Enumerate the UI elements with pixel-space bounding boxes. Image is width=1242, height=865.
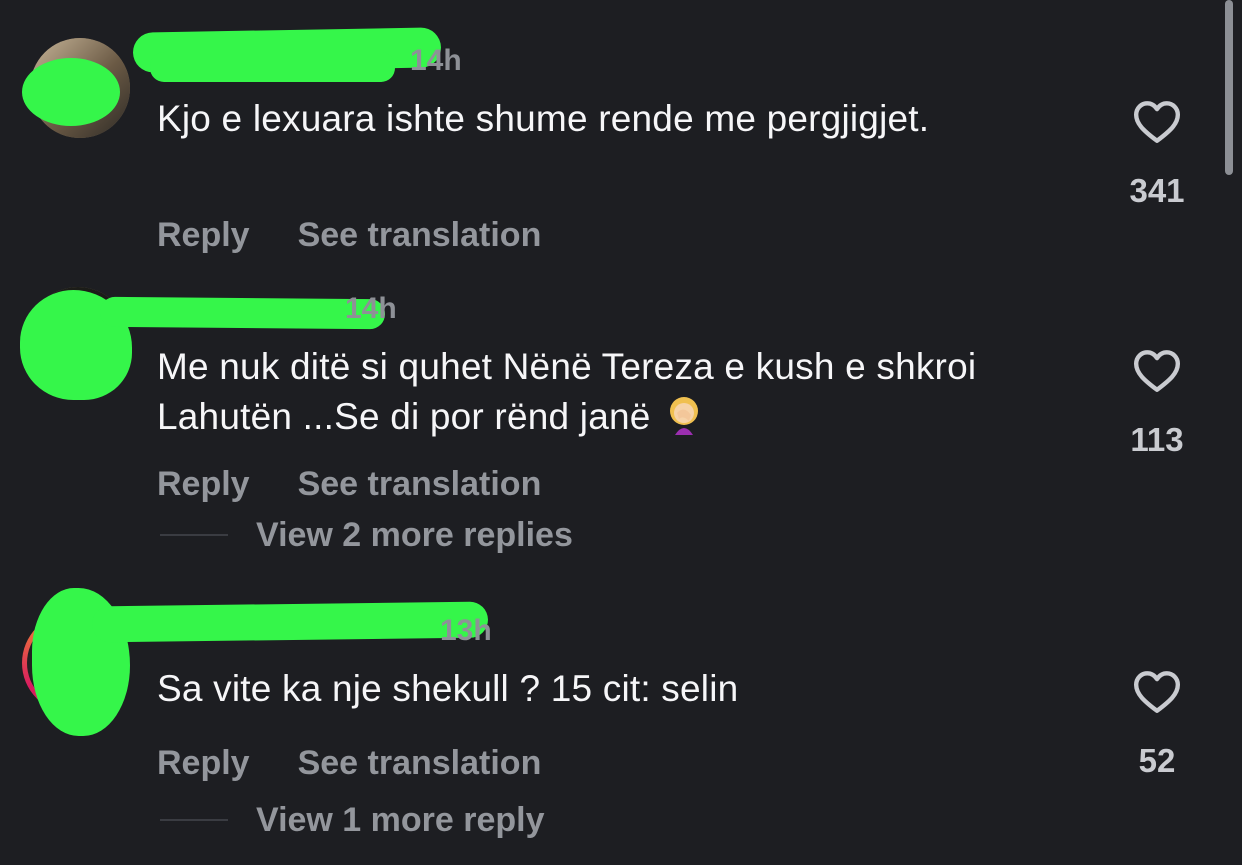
heart-outline-icon bbox=[1133, 350, 1181, 392]
reply-button[interactable]: Reply bbox=[157, 216, 250, 254]
comment-text: Sa vite ka nje shekull ? 15 cit: selin bbox=[157, 668, 739, 709]
comment-timestamp: 14h bbox=[410, 44, 462, 77]
reply-button[interactable]: Reply bbox=[157, 465, 250, 503]
like-button[interactable]: 113 bbox=[1112, 347, 1202, 459]
redaction-mark bbox=[150, 52, 395, 82]
view-more-replies-label[interactable]: View 2 more replies bbox=[256, 516, 573, 555]
comment-actions: Reply See translation bbox=[157, 465, 589, 504]
like-count: 52 bbox=[1138, 742, 1176, 779]
reply-button[interactable]: Reply bbox=[157, 744, 250, 782]
view-more-replies[interactable]: View 2 more replies bbox=[160, 516, 573, 555]
like-button[interactable]: 341 bbox=[1112, 98, 1202, 210]
thread-line bbox=[160, 534, 228, 536]
comment-actions: Reply See translation bbox=[157, 744, 589, 783]
like-count: 113 bbox=[1130, 421, 1184, 458]
see-translation-button[interactable]: See translation bbox=[298, 744, 542, 782]
like-button[interactable]: 52 bbox=[1112, 668, 1202, 780]
thread-line bbox=[160, 819, 228, 821]
comment-actions: Reply See translation bbox=[157, 216, 589, 255]
comment-text: Kjo e lexuara ishte shume rende me pergj… bbox=[157, 98, 930, 139]
like-count: 341 bbox=[1129, 172, 1185, 209]
heart-outline-icon bbox=[1133, 671, 1181, 713]
comment-timestamp: 14h bbox=[345, 292, 397, 325]
scrollbar[interactable] bbox=[1225, 0, 1233, 175]
see-translation-button[interactable]: See translation bbox=[298, 216, 542, 254]
comment-timestamp: 13h bbox=[440, 614, 492, 647]
heart-outline-icon bbox=[1133, 101, 1181, 143]
redaction-mark bbox=[99, 296, 386, 330]
comment-text-body: Me nuk ditë si quhet Nënë Tereza e kush … bbox=[157, 346, 977, 437]
view-more-replies[interactable]: View 1 more reply bbox=[160, 801, 545, 840]
redaction-mark bbox=[91, 601, 489, 643]
see-translation-button[interactable]: See translation bbox=[298, 465, 542, 503]
view-more-replies-label[interactable]: View 1 more reply bbox=[256, 801, 545, 840]
redaction-mark bbox=[22, 58, 120, 126]
comment-text: Me nuk ditë si quhet Nënë Tereza e kush … bbox=[157, 343, 1057, 441]
facepalm-emoji-icon bbox=[661, 391, 707, 437]
